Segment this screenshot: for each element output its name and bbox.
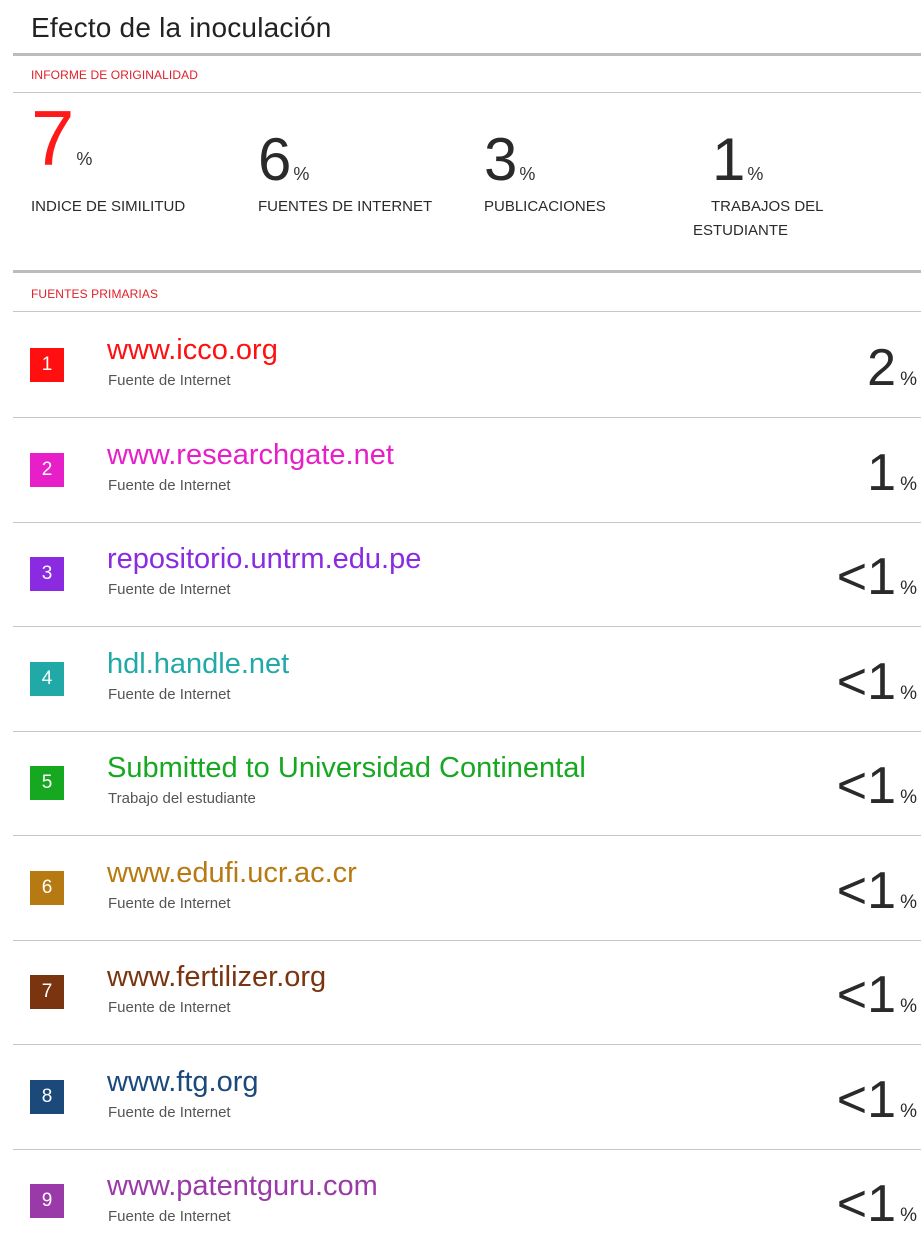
source-percentage: <1% <box>837 547 917 607</box>
source-percentage: <1% <box>837 1174 917 1234</box>
source-percentage-value: <1 <box>836 1071 897 1129</box>
source-name-link[interactable]: www.edufi.ucr.ac.cr <box>107 857 357 890</box>
source-name-link[interactable]: www.icco.org <box>107 334 278 367</box>
originality-report-label: INFORME DE ORIGINALIDAD <box>31 68 198 82</box>
stat-similarity-index: 7% INDICE DE SIMILITUD <box>31 99 185 215</box>
source-name-link[interactable]: hdl.handle.net <box>107 648 289 681</box>
source-type: Fuente de Internet <box>108 1208 231 1225</box>
source-percentage-unit: % <box>900 369 917 390</box>
source-percentage: 1% <box>867 443 917 503</box>
stat-caption-line1: TRABAJOS DEL <box>711 198 824 215</box>
source-type: Fuente de Internet <box>108 477 231 494</box>
source-row: 7 www.fertilizer.org Fuente de Internet <1% <box>13 939 921 1043</box>
source-percentage: <1% <box>837 652 917 712</box>
source-percentage: 2% <box>867 338 917 398</box>
source-percentage-value: 1 <box>867 444 897 502</box>
source-percentage-unit: % <box>900 1101 917 1122</box>
source-rank-badge: 6 <box>30 871 64 905</box>
stats-divider <box>13 270 921 273</box>
source-percentage-unit: % <box>900 787 917 808</box>
source-name-link[interactable]: www.researchgate.net <box>107 439 394 472</box>
source-percentage-unit: % <box>900 474 917 495</box>
source-rank-badge: 9 <box>30 1184 64 1218</box>
source-row: 2 www.researchgate.net Fuente de Internet 1… <box>13 417 921 521</box>
source-percentage-value: <1 <box>836 1175 897 1233</box>
source-name-link[interactable]: repositorio.untrm.edu.pe <box>107 543 421 576</box>
stat-value: 6 <box>258 126 292 193</box>
stat-unit: % <box>76 149 93 169</box>
source-type: Fuente de Internet <box>108 372 231 389</box>
stat-caption: INDICE DE SIMILITUD <box>31 198 186 215</box>
source-name-link[interactable]: www.ftg.org <box>107 1066 259 1099</box>
stat-value: 1 <box>712 126 746 193</box>
source-percentage-value: <1 <box>836 548 897 606</box>
source-percentage-value: <1 <box>836 862 897 920</box>
source-type: Fuente de Internet <box>108 686 231 703</box>
source-type: Trabajo del estudiante <box>108 790 256 807</box>
stat-caption: FUENTES DE INTERNET <box>258 198 433 215</box>
source-type: Fuente de Internet <box>108 1104 231 1121</box>
source-name-link[interactable]: Submitted to Universidad Continental <box>107 752 586 785</box>
source-type: Fuente de Internet <box>108 895 231 912</box>
source-type: Fuente de Internet <box>108 999 231 1016</box>
source-row: 5 Submitted to Universidad Continental Tra… <box>13 730 921 834</box>
originality-divider <box>13 92 921 93</box>
source-type: Fuente de Internet <box>108 581 231 598</box>
source-name-link[interactable]: www.patentguru.com <box>107 1170 378 1203</box>
stat-internet-sources: 6% FUENTES DE INTERNET <box>258 130 432 216</box>
source-row: 4 hdl.handle.net Fuente de Internet <1% <box>13 626 921 730</box>
stat-student-papers: 1% TRABAJOS DEL ESTUDIANTE <box>693 130 824 240</box>
source-row: 9 www.patentguru.com Fuente de Internet <1% <box>13 1148 921 1252</box>
source-percentage-unit: % <box>900 1205 917 1226</box>
source-percentage-unit: % <box>900 683 917 704</box>
source-rank-badge: 3 <box>30 557 64 591</box>
source-row: 1 www.icco.org Fuente de Internet 2% <box>13 312 921 416</box>
source-row: 6 www.edufi.ucr.ac.cr Fuente de Internet <1… <box>13 835 921 939</box>
source-rank-badge: 4 <box>30 662 64 696</box>
source-rank-badge: 8 <box>30 1080 64 1114</box>
source-percentage-unit: % <box>900 892 917 913</box>
source-percentage: <1% <box>837 756 917 816</box>
source-rank-badge: 5 <box>30 766 64 800</box>
source-percentage-unit: % <box>900 996 917 1017</box>
title-divider <box>13 53 921 56</box>
source-name-link[interactable]: www.fertilizer.org <box>107 961 326 994</box>
source-row: 3 repositorio.untrm.edu.pe Fuente de Inter… <box>13 521 921 625</box>
source-percentage-unit: % <box>900 578 917 599</box>
source-rank-badge: 7 <box>30 975 64 1009</box>
source-percentage-value: <1 <box>836 966 897 1024</box>
source-row: 8 www.ftg.org Fuente de Internet <1% <box>13 1044 921 1148</box>
source-rank-badge: 1 <box>30 348 64 382</box>
stat-caption-line2: ESTUDIANTE <box>693 222 789 239</box>
report-title: Efecto de la inoculación <box>31 12 332 43</box>
source-percentage-value: 2 <box>867 339 897 397</box>
source-percentage-value: <1 <box>836 757 897 815</box>
stat-unit: % <box>519 164 536 184</box>
stat-unit: % <box>747 164 764 184</box>
primary-sources-label: FUENTES PRIMARIAS <box>31 287 159 301</box>
source-percentage: <1% <box>837 861 917 921</box>
stat-value: 3 <box>484 126 518 193</box>
stat-publications: 3% PUBLICACIONES <box>484 130 606 216</box>
source-percentage-value: <1 <box>836 653 897 711</box>
stat-value: 7 <box>31 94 75 182</box>
source-percentage: <1% <box>837 965 917 1025</box>
stat-unit: % <box>293 164 310 184</box>
stat-caption: PUBLICACIONES <box>484 198 606 215</box>
source-percentage: <1% <box>837 1070 917 1130</box>
source-rank-badge: 2 <box>30 453 64 487</box>
